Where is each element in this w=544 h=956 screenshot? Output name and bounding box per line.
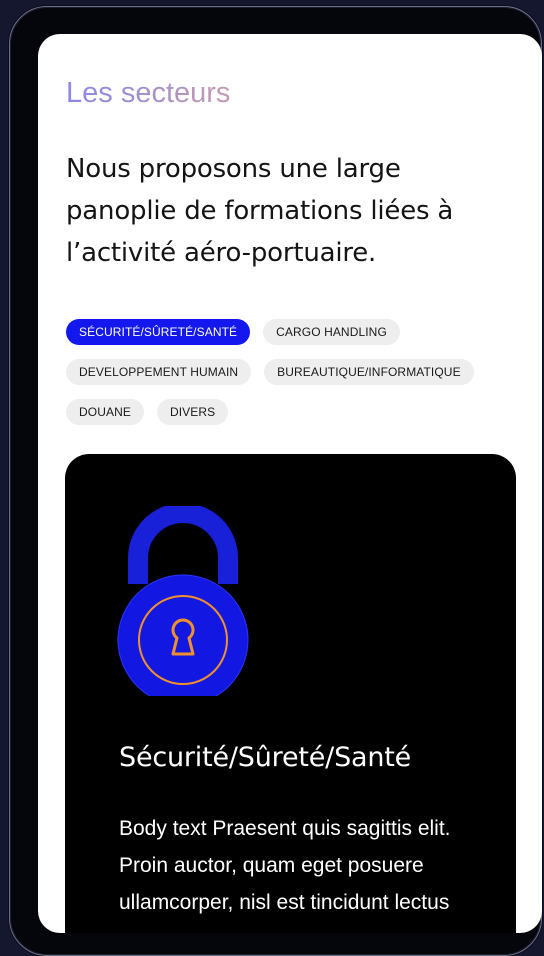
card-title: Sécurité/Sûreté/Santé xyxy=(119,742,412,773)
chip-row: SÉCURITÉ/SÛRETÉ/SANTÉ CARGO HANDLING xyxy=(66,319,536,345)
chip-bureautique-informatique[interactable]: BUREAUTIQUE/INFORMATIQUE xyxy=(264,359,474,385)
chip-row: DEVELOPPEMENT HUMAIN BUREAUTIQUE/INFORMA… xyxy=(66,359,536,385)
chip-cargo-handling[interactable]: CARGO HANDLING xyxy=(263,319,400,345)
chip-douane[interactable]: DOUANE xyxy=(66,399,144,425)
chip-divers[interactable]: DIVERS xyxy=(156,399,229,425)
phone-frame: Les secteurs Nous proposons une large pa… xyxy=(9,6,542,956)
section-label: Les secteurs xyxy=(66,77,231,109)
sector-card[interactable]: Sécurité/Sûreté/Santé Body text Praesent… xyxy=(65,454,516,933)
chip-securite-surete-sante[interactable]: SÉCURITÉ/SÛRETÉ/SANTÉ xyxy=(66,319,251,345)
chip-row: DOUANE DIVERS xyxy=(66,399,536,425)
card-body-text: Body text Praesent quis sagittis elit. P… xyxy=(119,817,451,914)
padlock-icon xyxy=(117,506,249,696)
chip-developpement-humain[interactable]: DEVELOPPEMENT HUMAIN xyxy=(66,359,252,385)
intro-text: Nous proposons une large panoplie de for… xyxy=(66,154,454,268)
screen: Les secteurs Nous proposons une large pa… xyxy=(38,34,542,933)
sector-filter-chips: SÉCURITÉ/SÛRETÉ/SANTÉ CARGO HANDLING DEV… xyxy=(66,319,536,439)
